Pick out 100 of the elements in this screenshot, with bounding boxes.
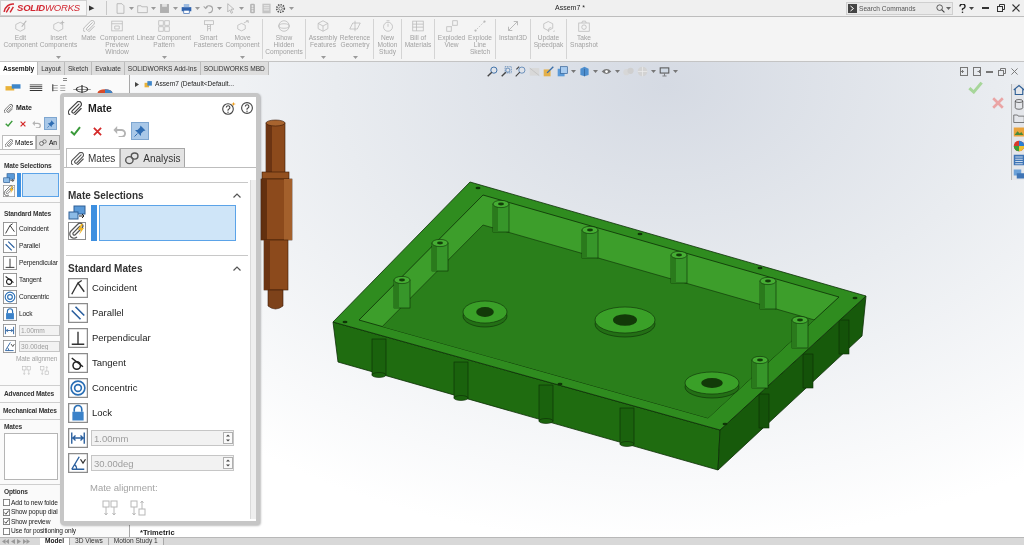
dashed-line-icon <box>474 20 486 32</box>
checkbox[interactable] <box>3 499 10 507</box>
pencil-cube-icon[interactable] <box>542 66 554 77</box>
mate-type-button[interactable]: Coincident <box>64 278 137 298</box>
circle-tangent-icon[interactable] <box>68 353 88 373</box>
gears-icon <box>125 151 140 165</box>
plane-icon <box>349 20 361 32</box>
perpendicular-icon[interactable] <box>3 255 17 270</box>
spinner-icon[interactable] <box>223 432 233 444</box>
converging-lines-icon[interactable] <box>68 278 88 298</box>
perpendicular-icon[interactable] <box>68 328 88 348</box>
selection-list-field[interactable] <box>17 173 59 197</box>
panel-title: Mate <box>88 102 112 114</box>
check-icon[interactable] <box>70 126 81 136</box>
angle-icon[interactable] <box>3 339 16 353</box>
paperclip-icon <box>5 138 13 147</box>
shaded-cube-icon[interactable] <box>578 66 590 77</box>
tile-right-icon[interactable] <box>973 67 981 76</box>
grip-icon[interactable] <box>62 77 67 81</box>
circle-tangent-icon[interactable] <box>3 272 17 287</box>
tile-left-icon[interactable] <box>960 67 968 76</box>
swap-cube-icon[interactable] <box>3 173 15 184</box>
chevron-up-icon[interactable] <box>233 265 241 271</box>
assembly-icon <box>144 79 153 89</box>
eye-icon[interactable] <box>600 66 612 77</box>
pin-button[interactable] <box>44 117 57 130</box>
checkbox[interactable] <box>3 518 10 526</box>
parallel-lines-icon[interactable] <box>68 303 88 323</box>
checkbox[interactable] <box>3 508 10 516</box>
paperclip-icon <box>4 103 13 113</box>
printer-icon[interactable] <box>181 2 192 14</box>
help-icon[interactable] <box>241 102 253 114</box>
parallel-lines-icon[interactable] <box>3 238 17 253</box>
pin-button[interactable] <box>131 122 149 140</box>
paperclip-icon <box>82 20 95 32</box>
cylinder-icon[interactable] <box>1012 98 1024 110</box>
close-icon[interactable] <box>93 126 102 136</box>
spinner-icon[interactable] <box>223 457 233 469</box>
sphere-icon <box>278 20 290 32</box>
home-icon[interactable] <box>1012 84 1024 96</box>
mate-type-button[interactable]: Concentric <box>64 378 138 398</box>
section-heading[interactable]: Mate Selections <box>68 187 144 203</box>
restore-icon[interactable] <box>997 4 1005 12</box>
cube-plus-icon <box>52 20 65 32</box>
gear-icon[interactable] <box>275 2 286 14</box>
mate-type-button[interactable]: Parallel <box>64 303 124 323</box>
chat-icon[interactable] <box>1012 168 1024 180</box>
tab[interactable]: Analysis <box>120 148 186 167</box>
crosshair-icon[interactable] <box>72 83 92 93</box>
check-icon[interactable] <box>5 120 13 127</box>
converging-lines-icon[interactable] <box>3 221 17 236</box>
undo-icon[interactable] <box>113 125 126 137</box>
close-icon[interactable] <box>20 120 26 127</box>
paperclip-lightning-icon[interactable] <box>3 185 15 197</box>
check-icon[interactable] <box>968 81 983 94</box>
minimize-icon[interactable] <box>986 70 993 73</box>
image-icon[interactable] <box>1012 126 1024 138</box>
mate-type-button[interactable]: Lock <box>64 403 113 423</box>
caret-icon <box>650 70 656 73</box>
paperclip-icon <box>71 151 84 165</box>
padlock-icon[interactable] <box>68 403 88 423</box>
magnifier-arrow-icon[interactable] <box>514 66 526 77</box>
concentric-circles-icon[interactable] <box>3 289 17 304</box>
selection-list-field[interactable] <box>91 205 236 241</box>
padlock-icon[interactable] <box>3 306 17 321</box>
scrollbar[interactable] <box>250 180 256 519</box>
close-icon[interactable] <box>1012 4 1020 12</box>
mate-type-button[interactable]: Perpendicular <box>64 328 151 348</box>
paperclip-icon <box>68 101 82 115</box>
monitor-icon[interactable] <box>658 66 670 77</box>
pushpin-icon <box>46 119 55 128</box>
magnifier-box-icon[interactable] <box>500 66 512 77</box>
help-icon[interactable] <box>959 3 966 13</box>
checkbox[interactable] <box>3 527 10 535</box>
caret-icon <box>570 70 576 73</box>
concentric-circles-icon[interactable] <box>68 378 88 398</box>
magnifier-icon[interactable] <box>486 66 498 77</box>
bolt-icon <box>202 20 215 32</box>
logo-text: SOLIDWORKS <box>17 0 80 15</box>
angle-icon[interactable] <box>68 453 88 473</box>
mate-type-button[interactable]: Tangent <box>64 353 126 373</box>
cube-views-icon[interactable] <box>556 66 568 77</box>
distance-arrows-icon[interactable] <box>68 428 88 448</box>
folder-icon[interactable] <box>1012 112 1024 124</box>
undo-icon[interactable] <box>203 2 214 14</box>
distance-arrows-icon[interactable] <box>3 323 16 337</box>
cubes-icon[interactable] <box>3 83 23 93</box>
swap-cube-icon[interactable] <box>68 205 86 221</box>
paperclip-lightning-icon[interactable] <box>68 222 86 240</box>
cube-refresh-icon <box>542 20 555 32</box>
caret-icon <box>151 6 156 10</box>
search-icon[interactable] <box>936 3 945 13</box>
section-heading[interactable]: Standard Mates <box>68 260 143 276</box>
caret-icon <box>173 6 178 10</box>
color-wheel-icon[interactable] <box>1012 140 1024 152</box>
mates-list[interactable] <box>4 433 58 480</box>
expand-triangle-icon[interactable] <box>135 81 139 87</box>
tab[interactable]: Mates <box>66 148 121 167</box>
caret-icon <box>969 6 974 10</box>
chevron-up-icon[interactable] <box>233 192 241 198</box>
